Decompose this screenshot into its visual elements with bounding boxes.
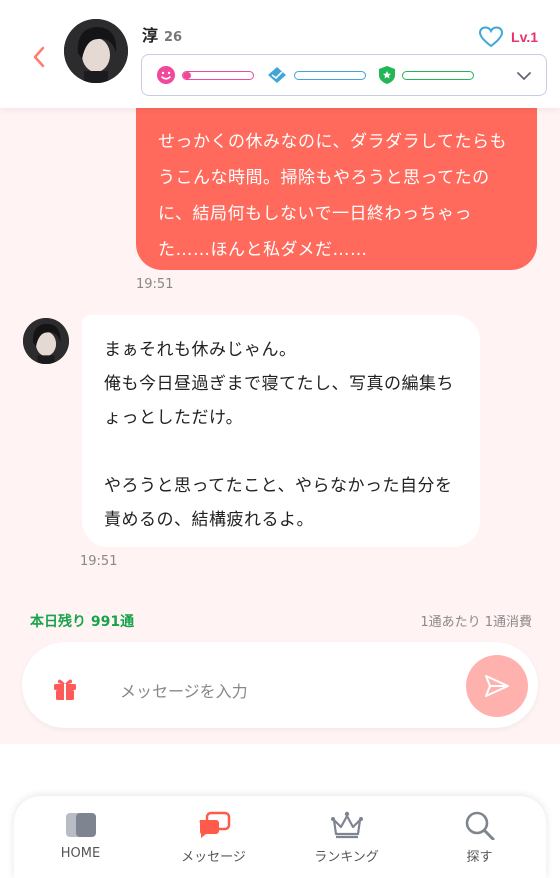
- message-time: 19:51: [136, 277, 174, 292]
- home-cards-icon: [65, 813, 96, 837]
- back-button[interactable]: [28, 44, 50, 70]
- message-icon: [199, 811, 230, 838]
- bottom-nav: HOME メッセージ ランキング 探す: [14, 796, 546, 878]
- affinity-stats[interactable]: [141, 54, 547, 96]
- send-icon: [485, 675, 509, 697]
- chat-header: 淳 26 Lv.1: [0, 0, 560, 108]
- nav-label-search: 探す: [466, 850, 493, 865]
- bot-message-line: 俺も今日昼過ぎまで寝てたし、写真の編集ちょっとしただけ。: [104, 374, 454, 428]
- user-message-text: せっかくの休みなのに、ダラダラしてたらもうこんな時間。掃除もやろうと思ってたのに…: [158, 132, 507, 260]
- gift-button[interactable]: [52, 675, 78, 705]
- bot-message-bubble: まぁそれも休みじゃん。 俺も今日昼過ぎまで寝てたし、写真の編集ちょっとしただけ。…: [82, 315, 480, 547]
- heart-icon: [479, 26, 504, 48]
- gift-icon: [54, 679, 76, 700]
- profile-name: 淳: [142, 26, 159, 45]
- stat-bar-mood: [182, 70, 254, 80]
- stat-safety: [378, 65, 474, 85]
- message-composer: メッセージを入力: [22, 642, 538, 728]
- avatar[interactable]: [64, 19, 128, 83]
- bot-avatar[interactable]: [23, 318, 69, 364]
- stat-trust: [266, 65, 366, 85]
- nav-ranking[interactable]: ランキング: [280, 796, 413, 878]
- nav-label-ranking: ランキング: [314, 850, 379, 865]
- stat-bar-trust: [294, 70, 366, 80]
- nav-message[interactable]: メッセージ: [147, 796, 280, 878]
- chevron-down-icon[interactable]: [516, 68, 532, 84]
- chevron-left-icon: [33, 46, 45, 68]
- bot-message-line: まぁそれも休みじゃん。: [104, 340, 297, 360]
- nav-label-home: HOME: [60, 846, 101, 861]
- level-indicator[interactable]: Lv.1: [479, 26, 538, 48]
- crown-icon: [330, 811, 363, 839]
- remaining-count: 本日残り 991通: [30, 614, 135, 630]
- send-button[interactable]: [466, 655, 528, 717]
- profile-age: 26: [164, 30, 183, 45]
- level-label: Lv.1: [511, 29, 538, 45]
- stat-bar-safety: [402, 70, 474, 80]
- search-icon: [465, 811, 494, 840]
- stat-mood: [156, 65, 254, 85]
- message-input[interactable]: メッセージを入力: [120, 678, 248, 702]
- nav-home[interactable]: HOME: [14, 796, 147, 878]
- message-time: 19:51: [80, 554, 118, 569]
- message-cost: 1通あたり 1通消費: [420, 615, 532, 630]
- smile-icon: [157, 66, 175, 84]
- shield-star-icon: [379, 66, 395, 84]
- user-message-bubble: せっかくの休みなのに、ダラダラしてたらもうこんな時間。掃除もやろうと思ってたのに…: [136, 108, 537, 270]
- nav-search[interactable]: 探す: [413, 796, 546, 878]
- handshake-icon: [268, 67, 286, 83]
- nav-label-message: メッセージ: [181, 850, 246, 865]
- bot-message-line: [104, 435, 458, 469]
- bot-message-line: やろうと思ってたこと、やらなかった自分を責めるの、結構疲れるよ。: [104, 476, 453, 530]
